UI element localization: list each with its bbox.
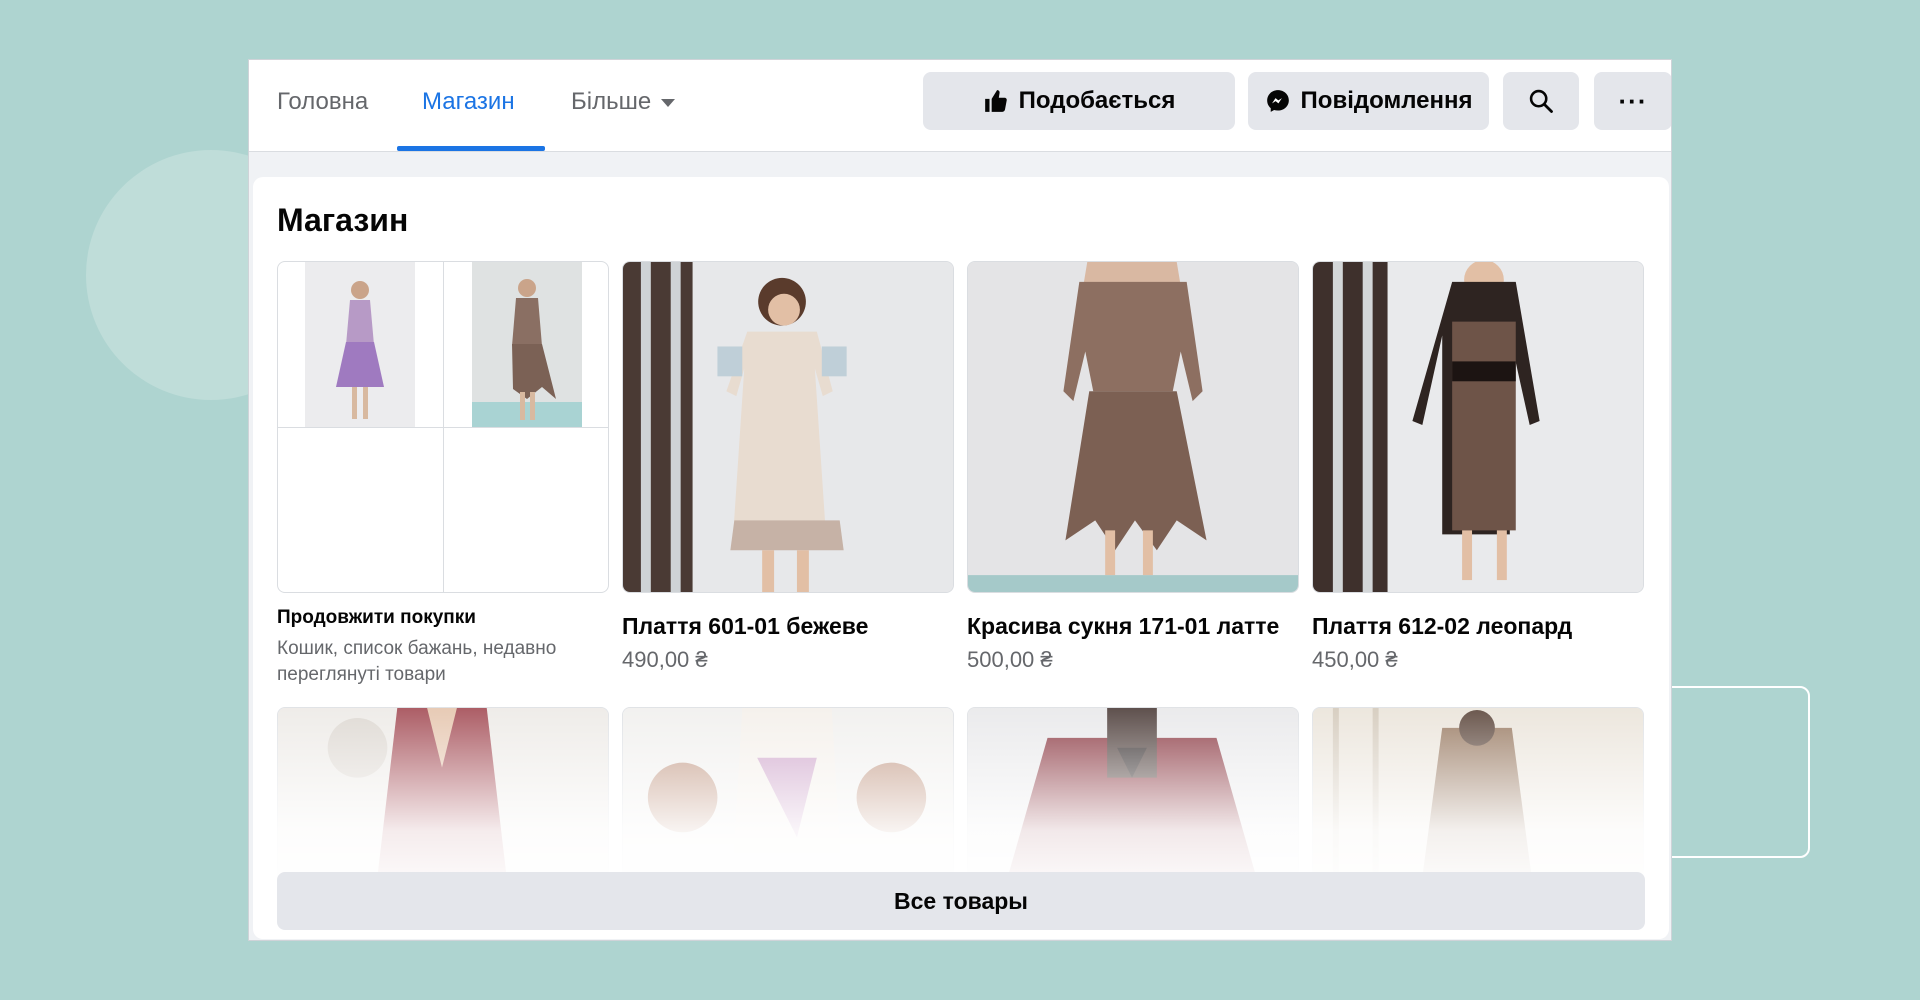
product-card-image[interactable] [967,261,1299,593]
active-tab-indicator [397,146,545,151]
tab-more[interactable]: Більше [571,88,676,116]
facebook-page-window: Головна Магазин Більше Подобається Повід… [248,59,1672,941]
collage-divider-horizontal [278,427,608,428]
like-button-label: Подобається [1018,87,1176,114]
product-card-image[interactable] [1312,261,1644,593]
product-price: 490,00 ₴ [622,647,708,672]
more-options-button[interactable]: ··· [1594,72,1671,130]
page-tab-bar: Головна Магазин Більше Подобається Повід… [249,60,1671,152]
more-options-icon: ··· [1618,85,1648,116]
thumbs-up-icon [984,90,1007,112]
tab-home[interactable]: Головна [277,88,368,116]
search-button[interactable] [1503,72,1579,130]
search-icon [1529,89,1553,113]
product-card-image[interactable] [622,261,954,593]
continue-shopping-subtitle-line1: Кошик, список бажань, недавно [277,638,557,659]
like-button[interactable]: Подобається [923,72,1235,130]
gradient-fade-overlay [253,677,1669,897]
product-thumbnail [472,262,582,427]
continue-shopping-tile[interactable] [277,261,609,593]
product-thumbnail [305,262,415,427]
messenger-icon [1266,90,1289,112]
all-products-button[interactable]: Все товары [277,872,1645,930]
product-name[interactable]: Красива сукня 171-01 латте [967,613,1279,640]
product-photo [968,262,1298,592]
product-photo [1313,262,1643,592]
tab-more-label: Більше [571,88,652,115]
shop-section: Магазин Продовжити покупки Кошик, список… [253,177,1669,939]
product-price: 500,00 ₴ [967,647,1053,672]
product-name[interactable]: Плаття 612-02 леопард [1312,613,1572,640]
product-price: 450,00 ₴ [1312,647,1398,672]
continue-shopping-title[interactable]: Продовжити покупки [277,607,476,629]
chevron-down-icon [661,99,676,107]
message-button[interactable]: Повідомлення [1248,72,1489,130]
product-name[interactable]: Плаття 601-01 бежеве [622,613,868,640]
shop-title: Магазин [277,202,409,238]
tab-shop[interactable]: Магазин [422,88,515,116]
product-photo [623,262,953,592]
message-button-label: Повідомлення [1300,87,1473,114]
